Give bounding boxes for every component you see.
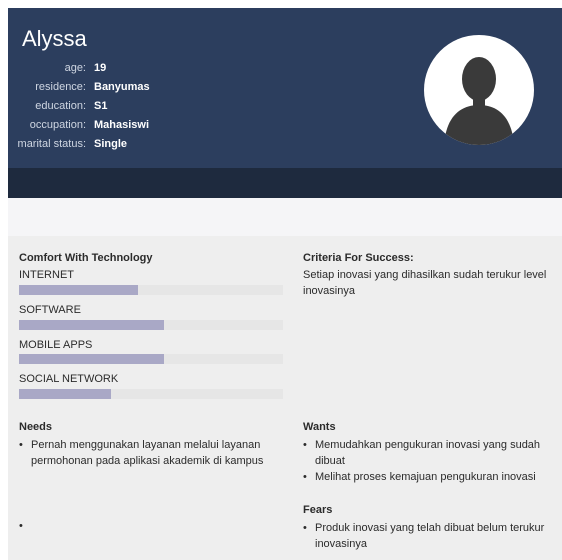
tech-label-social-network: SOCIAL NETWORK: [19, 373, 119, 385]
info-key: residence:: [35, 81, 86, 93]
wants-list: Memudahkan pengukuran inovasi yang sudah…: [303, 437, 553, 485]
header-light-band: [8, 198, 562, 236]
persona-name: Alyssa: [22, 26, 87, 51]
info-value: S1: [94, 100, 108, 112]
needs-list: Pernah menggunakan layanan melalui layan…: [19, 437, 281, 469]
header-dark-band: [8, 168, 562, 198]
wants-item: Melihat proses kemajuan pengukuran inova…: [303, 469, 553, 485]
fears-item: Produk inovasi yang telah dibuat belum t…: [303, 520, 553, 552]
info-marital-status: marital status: Single: [8, 136, 148, 152]
info-value: Mahasiswi: [94, 119, 150, 131]
bar-fill-mobile-apps: [19, 354, 165, 364]
bar-track-social-network: [19, 389, 283, 399]
info-education: education: S1: [8, 98, 148, 114]
info-value: Single: [94, 138, 128, 150]
needs-empty-bullet: •: [19, 520, 23, 532]
tech-label-software: SOFTWARE: [19, 304, 81, 316]
bar-fill-software: [19, 320, 165, 330]
bar-fill-social-network: [19, 389, 112, 399]
needs-title: Needs: [19, 421, 53, 433]
wants-item: Memudahkan pengukuran inovasi yang sudah…: [303, 437, 553, 469]
avatar: [424, 35, 534, 145]
tech-label-internet: INTERNET: [19, 269, 74, 281]
info-key: occupation:: [29, 119, 86, 131]
info-key: marital status:: [17, 138, 86, 150]
bar-track-software: [19, 320, 283, 330]
info-value: Banyumas: [94, 81, 150, 93]
fears-title: Fears: [303, 504, 333, 516]
needs-item: Pernah menggunakan layanan melalui layan…: [19, 437, 281, 469]
bar-track-mobile-apps: [19, 354, 283, 364]
info-value: 19: [94, 62, 107, 74]
comfort-title: Comfort With Technology: [19, 252, 153, 264]
criteria-text: Setiap inovasi yang dihasilkan sudah ter…: [303, 269, 547, 297]
wants-title: Wants: [303, 421, 336, 433]
person-silhouette-icon: [444, 57, 514, 145]
info-key: age:: [64, 62, 86, 74]
fears-list: Produk inovasi yang telah dibuat belum t…: [303, 520, 553, 552]
info-occupation: occupation: Mahasiswi: [8, 117, 150, 133]
bar-track-internet: [19, 285, 283, 295]
bar-fill-internet: [19, 285, 138, 295]
tech-label-mobile-apps: MOBILE APPS: [19, 339, 93, 351]
criteria-title: Criteria For Success:: [303, 252, 414, 264]
info-residence: residence: Banyumas: [8, 79, 150, 95]
info-age: age: 19: [8, 60, 148, 76]
info-key: education:: [35, 100, 86, 112]
